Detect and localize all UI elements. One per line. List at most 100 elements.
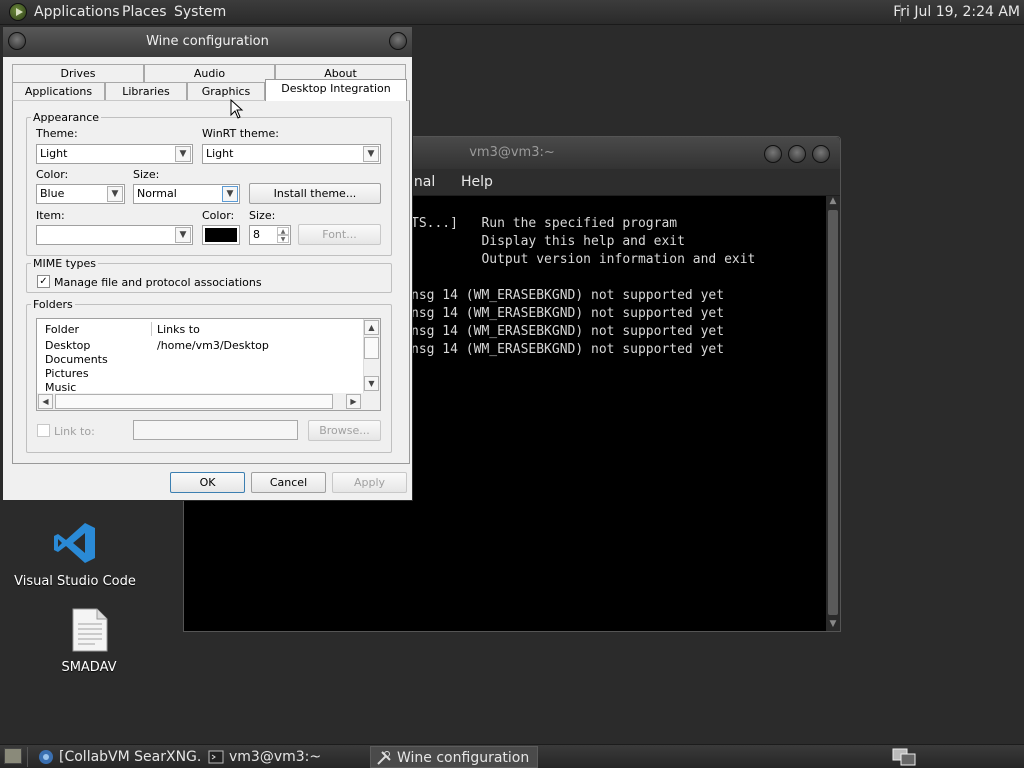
- column-header-folder[interactable]: Folder: [45, 323, 79, 336]
- ok-button[interactable]: OK: [170, 472, 245, 493]
- scroll-left-icon[interactable]: ◀: [38, 394, 53, 409]
- size-select[interactable]: Normal ▼: [133, 184, 240, 204]
- minimize-button[interactable]: [764, 145, 782, 163]
- tab-applications[interactable]: Applications: [12, 82, 105, 101]
- winrt-theme-select[interactable]: Light ▼: [202, 144, 381, 164]
- scroll-up-icon[interactable]: ▲: [364, 320, 379, 335]
- browse-button[interactable]: Browse...: [308, 420, 381, 441]
- terminal-scrollbar[interactable]: ▲ ▼: [826, 196, 840, 631]
- menu-places[interactable]: Places: [122, 4, 167, 20]
- chevron-down-icon[interactable]: ▼: [175, 227, 191, 243]
- chevron-down-icon[interactable]: ▼: [107, 186, 123, 202]
- checkmark-icon: ✓: [39, 276, 48, 287]
- clock[interactable]: Fri Jul 19, 2:24 AM: [893, 4, 1020, 20]
- mime-checkbox[interactable]: ✓: [37, 275, 50, 288]
- font-button[interactable]: Font...: [298, 224, 381, 245]
- folder-name: Desktop: [45, 339, 91, 352]
- terminal-line: nsg 14 (WM_ERASEBKGND) not supported yet: [411, 306, 725, 321]
- appearance-legend: Appearance: [33, 111, 100, 124]
- color-value: Blue: [40, 187, 65, 200]
- tab-desktop-integration[interactable]: Desktop Integration: [265, 79, 407, 101]
- show-desktop-icon[interactable]: [4, 748, 22, 764]
- item-select[interactable]: ▼: [36, 225, 193, 245]
- menu-terminal[interactable]: inal: [410, 174, 435, 190]
- wine-config-dialog[interactable]: Wine configuration Drives Audio About Ap…: [2, 26, 413, 501]
- mouse-cursor-icon: [230, 99, 244, 119]
- menu-help[interactable]: Help: [461, 174, 493, 190]
- item-size-value: 8: [253, 228, 260, 241]
- folders-legend: Folders: [33, 298, 73, 311]
- size-value: Normal: [137, 187, 177, 200]
- tab-drives[interactable]: Drives: [12, 64, 144, 83]
- task-terminal[interactable]: vm3@vm3:~: [203, 746, 366, 768]
- scroll-down-icon[interactable]: ▼: [826, 619, 840, 631]
- item-color-button[interactable]: [202, 225, 240, 245]
- distro-logo-icon[interactable]: [9, 3, 27, 21]
- workspace-switcher-icon[interactable]: [892, 747, 922, 767]
- theme-label: Theme:: [36, 127, 78, 140]
- maximize-button[interactable]: [788, 145, 806, 163]
- menu-system[interactable]: System: [174, 4, 226, 20]
- taskbar: [CollabVM SearXNG... vm3@vm3:~ Wine conf…: [0, 744, 1024, 768]
- document-icon: [72, 608, 108, 652]
- cancel-button[interactable]: Cancel: [251, 472, 326, 493]
- window-menu-button[interactable]: [8, 32, 26, 50]
- terminal-icon: [208, 750, 224, 764]
- scrollbar-thumb[interactable]: [364, 337, 379, 359]
- chevron-down-icon[interactable]: ▼: [175, 146, 191, 162]
- dialog-titlebar[interactable]: Wine configuration: [3, 27, 412, 57]
- spin-down-icon[interactable]: ▼: [277, 235, 289, 243]
- list-vertical-scrollbar[interactable]: ▲ ▼: [363, 319, 380, 410]
- dialog-title: Wine configuration: [146, 34, 269, 49]
- chevron-down-icon[interactable]: ▼: [363, 146, 379, 162]
- list-horizontal-scrollbar[interactable]: ◀ ▶: [37, 393, 364, 410]
- item-size-spinner[interactable]: 8 ▲ ▼: [249, 225, 291, 245]
- size-label: Size:: [133, 168, 160, 181]
- link-to-checkbox[interactable]: [37, 424, 50, 437]
- task-wine-configuration[interactable]: Wine configuration: [370, 746, 538, 768]
- desktop-icon-label: Visual Studio Code: [14, 574, 136, 589]
- chevron-down-icon[interactable]: ▼: [222, 186, 238, 202]
- scroll-up-icon[interactable]: ▲: [826, 196, 840, 208]
- desktop-icon-smadav[interactable]: SMADAV: [44, 608, 134, 675]
- scrollbar-thumb[interactable]: [55, 394, 333, 409]
- folder-link: /home/vm3/Desktop: [157, 339, 269, 352]
- scrollbar-thumb[interactable]: [828, 210, 838, 615]
- apply-button[interactable]: Apply: [332, 472, 407, 493]
- tab-audio[interactable]: Audio: [144, 64, 275, 83]
- desktop-icon-vscode[interactable]: Visual Studio Code: [14, 520, 136, 589]
- terminal-title: vm3@vm3:~: [469, 145, 555, 160]
- item-size-label: Size:: [249, 209, 276, 222]
- task-label: Wine configuration: [397, 750, 530, 766]
- mime-legend: MIME types: [33, 257, 96, 270]
- column-header-links-to[interactable]: Links to: [157, 323, 200, 336]
- color-label: Color:: [36, 168, 69, 181]
- folder-name: Pictures: [45, 367, 89, 380]
- item-color-label: Color:: [202, 209, 235, 222]
- spin-up-icon[interactable]: ▲: [277, 227, 289, 235]
- column-divider[interactable]: [151, 322, 152, 336]
- mime-checkbox-label[interactable]: Manage file and protocol associations: [54, 276, 262, 289]
- color-swatch: [205, 228, 237, 242]
- theme-select[interactable]: Light ▼: [36, 144, 193, 164]
- scroll-down-icon[interactable]: ▼: [364, 376, 379, 391]
- task-label: vm3@vm3:~: [229, 749, 322, 765]
- folder-name: Documents: [45, 353, 108, 366]
- close-button[interactable]: [812, 145, 830, 163]
- window-controls: [758, 144, 830, 176]
- tab-libraries[interactable]: Libraries: [105, 82, 187, 101]
- terminal-line: Output version information and exit: [411, 252, 756, 267]
- tab-graphics[interactable]: Graphics: [187, 82, 265, 101]
- link-to-label: Link to:: [54, 425, 95, 438]
- color-select[interactable]: Blue ▼: [36, 184, 125, 204]
- close-button[interactable]: [389, 32, 407, 50]
- folders-list[interactable]: Folder Links to Desktop /home/vm3/Deskto…: [36, 318, 381, 411]
- terminal-line: nsg 14 (WM_ERASEBKGND) not supported yet: [411, 342, 725, 357]
- task-browser[interactable]: [CollabVM SearXNG...: [33, 746, 201, 768]
- vscode-icon: [54, 523, 95, 563]
- tools-icon: [377, 751, 391, 765]
- menu-applications[interactable]: Applications: [34, 4, 120, 20]
- scroll-right-icon[interactable]: ▶: [346, 394, 361, 409]
- link-to-field[interactable]: [133, 420, 298, 440]
- install-theme-button[interactable]: Install theme...: [249, 183, 381, 204]
